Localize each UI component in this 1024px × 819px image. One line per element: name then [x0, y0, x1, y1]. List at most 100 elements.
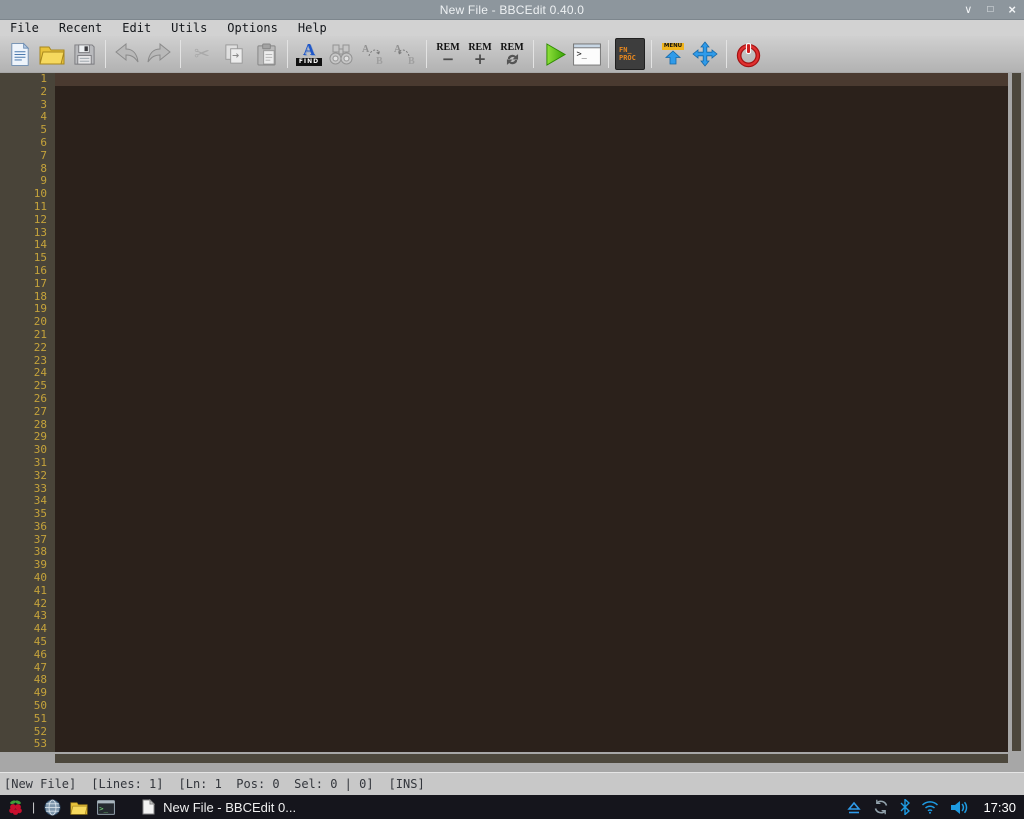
find-next-button[interactable]	[326, 38, 356, 70]
clock[interactable]: 17:30	[983, 800, 1016, 815]
line-number: 50	[0, 700, 55, 713]
move-arrows-icon	[692, 41, 718, 67]
menu-options[interactable]: Options	[217, 20, 288, 36]
taskbar-window-button[interactable]: New File - BBCEdit 0...	[136, 796, 302, 818]
fn-proc-button[interactable]: FN_ PROC	[615, 38, 645, 70]
arrow-up-icon	[664, 50, 682, 65]
cut-button[interactable]: ✂	[187, 38, 217, 70]
toolbar-separator	[651, 40, 652, 68]
svg-text:A: A	[362, 44, 370, 55]
fn-proc-label-line2: PROC	[619, 54, 636, 62]
line-number: 35	[0, 508, 55, 521]
minimize-icon[interactable]: ∨	[964, 0, 972, 20]
rem-remove-button[interactable]: REM −	[433, 38, 463, 70]
toolbar-separator	[287, 40, 288, 68]
toolbar-separator	[608, 40, 609, 68]
menu-edit[interactable]: Edit	[112, 20, 161, 36]
line-number: 53	[0, 738, 55, 751]
speaker-icon	[950, 800, 969, 815]
scissors-icon: ✂	[194, 45, 210, 64]
line-number: 32	[0, 470, 55, 483]
eject-icon	[846, 800, 862, 815]
menu-utils[interactable]: Utils	[161, 20, 217, 36]
taskbar-separator: |	[32, 800, 35, 814]
line-number: 11	[0, 201, 55, 214]
globe-icon	[44, 799, 61, 816]
plus-icon: +	[474, 53, 487, 66]
terminal-button[interactable]: >_	[572, 38, 602, 70]
horizontal-scrollbar[interactable]	[55, 754, 1008, 763]
vertical-scrollbar[interactable]	[1012, 73, 1021, 751]
editor-region: 1234567891011121314151617181920212223242…	[0, 72, 1024, 772]
find-button[interactable]: A FIND	[294, 38, 324, 70]
menu-file[interactable]: File	[0, 20, 49, 36]
line-number: 25	[0, 380, 55, 393]
updates-button[interactable]	[873, 795, 889, 819]
app-launcher-button[interactable]	[8, 795, 23, 819]
toolbar-separator	[180, 40, 181, 68]
browser-button[interactable]	[44, 795, 61, 819]
raspberry-pi-icon	[8, 799, 23, 816]
text-editor-area[interactable]	[55, 73, 1008, 752]
status-file: [New File]	[4, 777, 76, 791]
folder-icon	[70, 800, 88, 815]
line-number: 17	[0, 278, 55, 291]
replace-all-icon: AB	[392, 42, 418, 66]
new-file-icon	[10, 42, 30, 67]
close-icon[interactable]: ×	[1008, 0, 1016, 20]
rem-add-button[interactable]: REM +	[465, 38, 495, 70]
volume-button[interactable]	[950, 795, 969, 819]
taskbar-window-label: New File - BBCEdit 0...	[163, 800, 296, 815]
new-file-button[interactable]	[5, 38, 35, 70]
window-title: New File - BBCEdit 0.40.0	[440, 3, 584, 17]
power-button[interactable]	[733, 38, 763, 70]
goto-menu-button[interactable]: MENU	[658, 38, 688, 70]
run-button[interactable]	[540, 38, 570, 70]
redo-button[interactable]	[144, 38, 174, 70]
line-number: 16	[0, 265, 55, 278]
rem-label: REM	[500, 43, 523, 53]
titlebar[interactable]: New File - BBCEdit 0.40.0 ∨ □ ×	[0, 0, 1024, 20]
line-number: 7	[0, 150, 55, 163]
replace-button[interactable]: AB	[358, 38, 388, 70]
wifi-button[interactable]	[921, 795, 939, 819]
current-line-highlight	[55, 73, 1008, 86]
menu-recent[interactable]: Recent	[49, 20, 112, 36]
file-manager-button[interactable]	[70, 795, 88, 819]
fn-proc-label-line1: FN_	[619, 46, 632, 54]
copy-button[interactable]	[219, 38, 249, 70]
bluetooth-button[interactable]	[900, 795, 910, 819]
statusbar: [New File] [Lines: 1] [Ln: 1 Pos: 0 Sel:…	[0, 772, 1024, 795]
status-lines: [Lines: 1]	[91, 777, 163, 791]
play-icon	[545, 43, 566, 66]
undo-button[interactable]	[112, 38, 142, 70]
line-number: 51	[0, 713, 55, 726]
replace-icon: AB	[360, 42, 386, 66]
save-button[interactable]	[69, 38, 99, 70]
svg-text:B: B	[408, 56, 415, 66]
update-arrows-icon	[873, 799, 889, 815]
document-icon	[142, 799, 155, 815]
rem-toggle-button[interactable]: REM	[497, 38, 527, 70]
open-file-button[interactable]	[37, 38, 67, 70]
replace-all-button[interactable]: AB	[390, 38, 420, 70]
move-button[interactable]	[690, 38, 720, 70]
menu-help[interactable]: Help	[288, 20, 337, 36]
line-number: 1	[0, 73, 55, 86]
line-number: 27	[0, 406, 55, 419]
paste-button[interactable]	[251, 38, 281, 70]
toolbar-separator	[726, 40, 727, 68]
svg-text:B: B	[376, 56, 383, 66]
eject-button[interactable]	[846, 795, 862, 819]
power-icon	[735, 41, 762, 68]
terminal-launcher-button[interactable]: >_	[97, 795, 115, 819]
line-number: 31	[0, 457, 55, 470]
paste-icon	[256, 43, 277, 66]
floppy-disk-icon	[73, 43, 96, 66]
maximize-icon[interactable]: □	[987, 0, 993, 20]
line-number-gutter: 1234567891011121314151617181920212223242…	[0, 73, 55, 752]
find-label: FIND	[296, 58, 322, 66]
svg-text:>_: >_	[576, 49, 587, 59]
toolbar-separator	[105, 40, 106, 68]
line-number: 26	[0, 393, 55, 406]
